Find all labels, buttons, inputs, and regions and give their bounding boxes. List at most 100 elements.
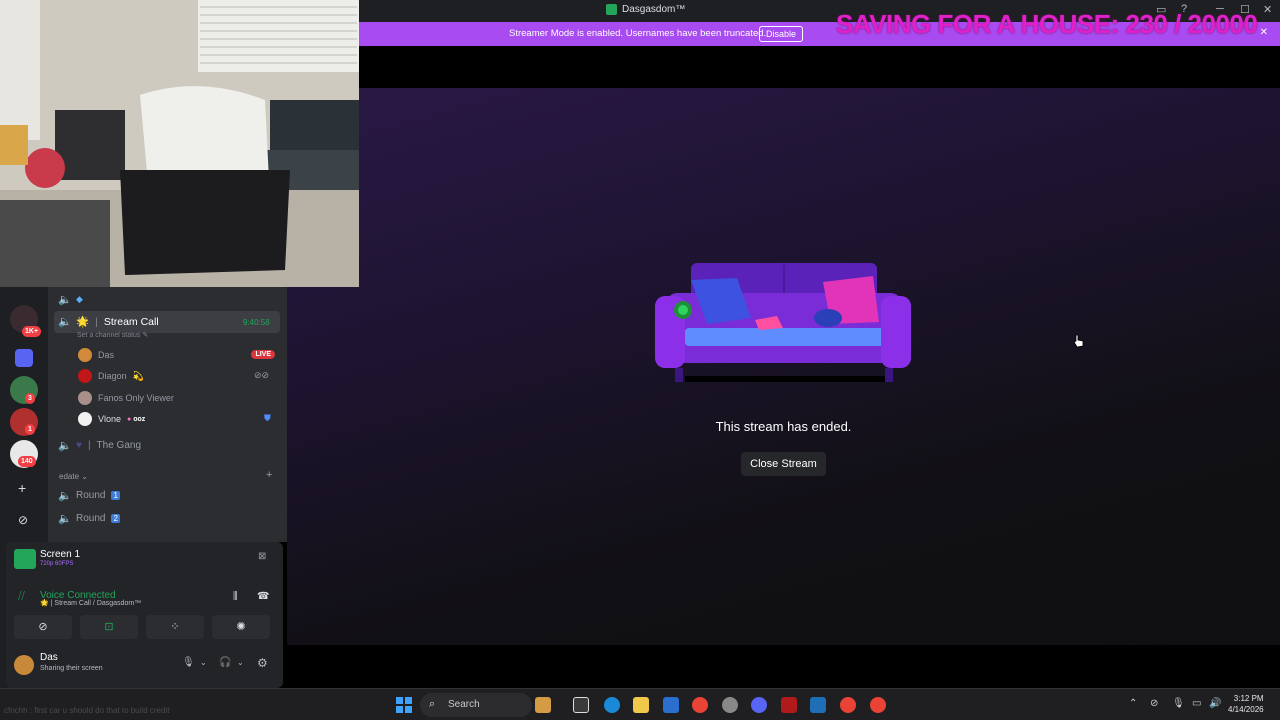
user-name: Das <box>98 350 115 360</box>
chat-overlay-message: cfnchh : first car u should do that to b… <box>4 706 170 715</box>
current-user-name: Das <box>40 652 58 663</box>
volume-icon[interactable]: 🔊 <box>1209 698 1221 709</box>
channel-item-round-1[interactable]: 🔈 Round 1 <box>58 489 120 502</box>
avatar <box>78 348 92 362</box>
stop-stream-icon[interactable]: ⊠ <box>258 551 266 562</box>
channel-name: Round <box>76 513 106 524</box>
screen-title: Screen 1 <box>40 549 81 560</box>
diamond-icon: ◆ <box>76 294 83 304</box>
disable-streamer-mode-button[interactable]: Disable <box>759 26 804 42</box>
stream-ended-message: This stream has ended. <box>715 419 852 434</box>
screen-share-button[interactable]: ⊡ <box>80 615 138 639</box>
avatar <box>78 412 92 426</box>
camera-off-button[interactable]: ⊘ <box>14 615 72 639</box>
chevron-up-icon[interactable]: ⌃ <box>1129 698 1137 709</box>
add-channel-icon[interactable]: + <box>266 469 272 481</box>
user-tag-text: ooz <box>133 415 146 423</box>
network-icon[interactable]: ⊘ <box>1150 698 1158 709</box>
channel-name: The Gang <box>96 440 142 451</box>
user-emoji: 💫 <box>132 370 144 381</box>
call-timer: 9:40:58 <box>243 318 270 327</box>
noise-suppression-icon[interactable]: ⫼ <box>233 591 238 602</box>
live-badge: LIVE <box>251 350 275 359</box>
voice-user[interactable]: Das <box>78 348 114 362</box>
channel-emoji: 🌟 <box>76 316 90 328</box>
add-server-icon[interactable]: + <box>18 480 26 496</box>
chevron-down-icon[interactable]: ⌄ <box>237 658 244 667</box>
unread-badge: 1 <box>25 424 35 435</box>
disconnect-icon[interactable]: ☎ <box>257 591 269 602</box>
channel-item[interactable]: 🔈 ◆ <box>58 293 83 306</box>
avatar[interactable] <box>14 655 34 675</box>
channel-status-input[interactable]: Set a channel status ✎ <box>77 331 148 339</box>
stream-header <box>359 46 1280 88</box>
taskbar-search-input[interactable]: Search <box>420 693 532 717</box>
current-user-status: Sharing their screen <box>40 665 103 672</box>
speaker-icon: 🔈 <box>58 513 72 525</box>
channel-item-round-2[interactable]: 🔈 Round 2 <box>58 512 120 525</box>
category-header[interactable]: edate ⌄ <box>59 472 88 481</box>
obs-icon[interactable] <box>722 697 738 713</box>
close-window-button[interactable]: ✕ <box>1263 3 1272 16</box>
divider: | <box>87 440 91 451</box>
voice-user[interactable]: Vlone ● ooz <box>78 412 145 426</box>
close-stream-button[interactable]: Close Stream <box>741 452 826 476</box>
muted-icon: ⊘⊘ <box>254 370 270 380</box>
channel-name: Round <box>76 490 106 501</box>
empty-couch-illustration <box>655 263 911 382</box>
taskbar-clock[interactable]: 3:12 PM 4/14/2026 <box>1228 693 1264 715</box>
webcam-overlay <box>0 0 359 287</box>
vscode-icon[interactable] <box>810 697 826 713</box>
close-banner-icon[interactable]: ✕ <box>1260 27 1268 38</box>
edge-icon[interactable] <box>604 697 620 713</box>
voice-channel-path[interactable]: 🌟 | Stream Call / Dasgasdom™ <box>40 599 141 607</box>
settings-gear-icon[interactable]: ⚙ <box>257 656 268 670</box>
widgets-icon[interactable] <box>535 697 551 713</box>
screen-root: Dasgasdom™ ▭ ? ─ ☐ ✕ Streamer Mode is en… <box>0 0 1280 720</box>
chevron-down-icon[interactable]: ⌄ <box>200 658 207 667</box>
display-icon[interactable]: ▭ <box>1192 698 1201 709</box>
speaker-icon: 🔈 <box>58 316 72 328</box>
activities-button[interactable]: ⁘ <box>146 615 204 639</box>
window-title: Dasgasdom™ <box>606 4 685 15</box>
stream-footer <box>287 645 1280 688</box>
screen-quality: 720p 60FPS <box>40 561 74 567</box>
folder-icon[interactable] <box>15 349 33 367</box>
screen-preview-icon[interactable] <box>14 549 36 569</box>
soundboard-button[interactable]: ✺ <box>212 615 270 639</box>
clock-date: 4/14/2026 <box>1228 705 1264 714</box>
clock-time: 3:12 PM <box>1233 694 1264 703</box>
speaker-icon: 🔈 <box>58 440 72 452</box>
explore-icon[interactable]: ⊘ <box>18 513 28 527</box>
tag-icon: ● <box>127 415 132 423</box>
discord-icon[interactable] <box>751 697 767 713</box>
user-tag: ● ooz <box>127 416 145 423</box>
headphones-icon[interactable]: 🎧 <box>219 657 231 668</box>
speaker-icon: 🔈 <box>58 294 72 306</box>
avatar <box>78 369 92 383</box>
file-explorer-icon[interactable] <box>633 697 649 713</box>
channel-number: 2 <box>111 514 120 523</box>
heart-icon: ♥ <box>76 440 82 451</box>
chrome-icon[interactable] <box>870 697 886 713</box>
voice-panel: Screen 1 720p 60FPS ⊠ ⧸⧸ Voice Connected… <box>6 542 283 688</box>
windows-start-icon[interactable] <box>396 697 412 713</box>
task-view-icon[interactable] <box>573 697 589 713</box>
chrome-icon[interactable] <box>692 697 708 713</box>
speaker-icon: 🔈 <box>58 490 72 502</box>
user-name: Diagon <box>98 371 127 381</box>
window-title-text: Dasgasdom™ <box>622 4 686 15</box>
mic-tray-icon[interactable]: 🎙 <box>1172 698 1185 709</box>
voice-user[interactable]: Diagon 💫 <box>78 369 144 383</box>
voice-user[interactable]: Fanos Only Viewer <box>78 391 174 405</box>
divider: | <box>95 315 98 328</box>
microphone-icon[interactable]: 🎙 <box>182 657 195 668</box>
channel-item-the-gang[interactable]: 🔈 ♥ | The Gang <box>58 439 141 452</box>
acrobat-icon[interactable] <box>781 697 797 713</box>
store-icon[interactable] <box>663 697 679 713</box>
channel-list: 🔈 ◆ 🔈 🌟 | Stream Call 9:40:58 Set a chan… <box>48 287 287 542</box>
windows-taskbar: cfnchh : first car u should do that to b… <box>0 688 1280 720</box>
channel-item-stream-call[interactable]: 🔈 🌟 | Stream Call <box>58 315 159 329</box>
chrome-icon[interactable] <box>840 697 856 713</box>
channel-name: Stream Call <box>103 315 159 328</box>
